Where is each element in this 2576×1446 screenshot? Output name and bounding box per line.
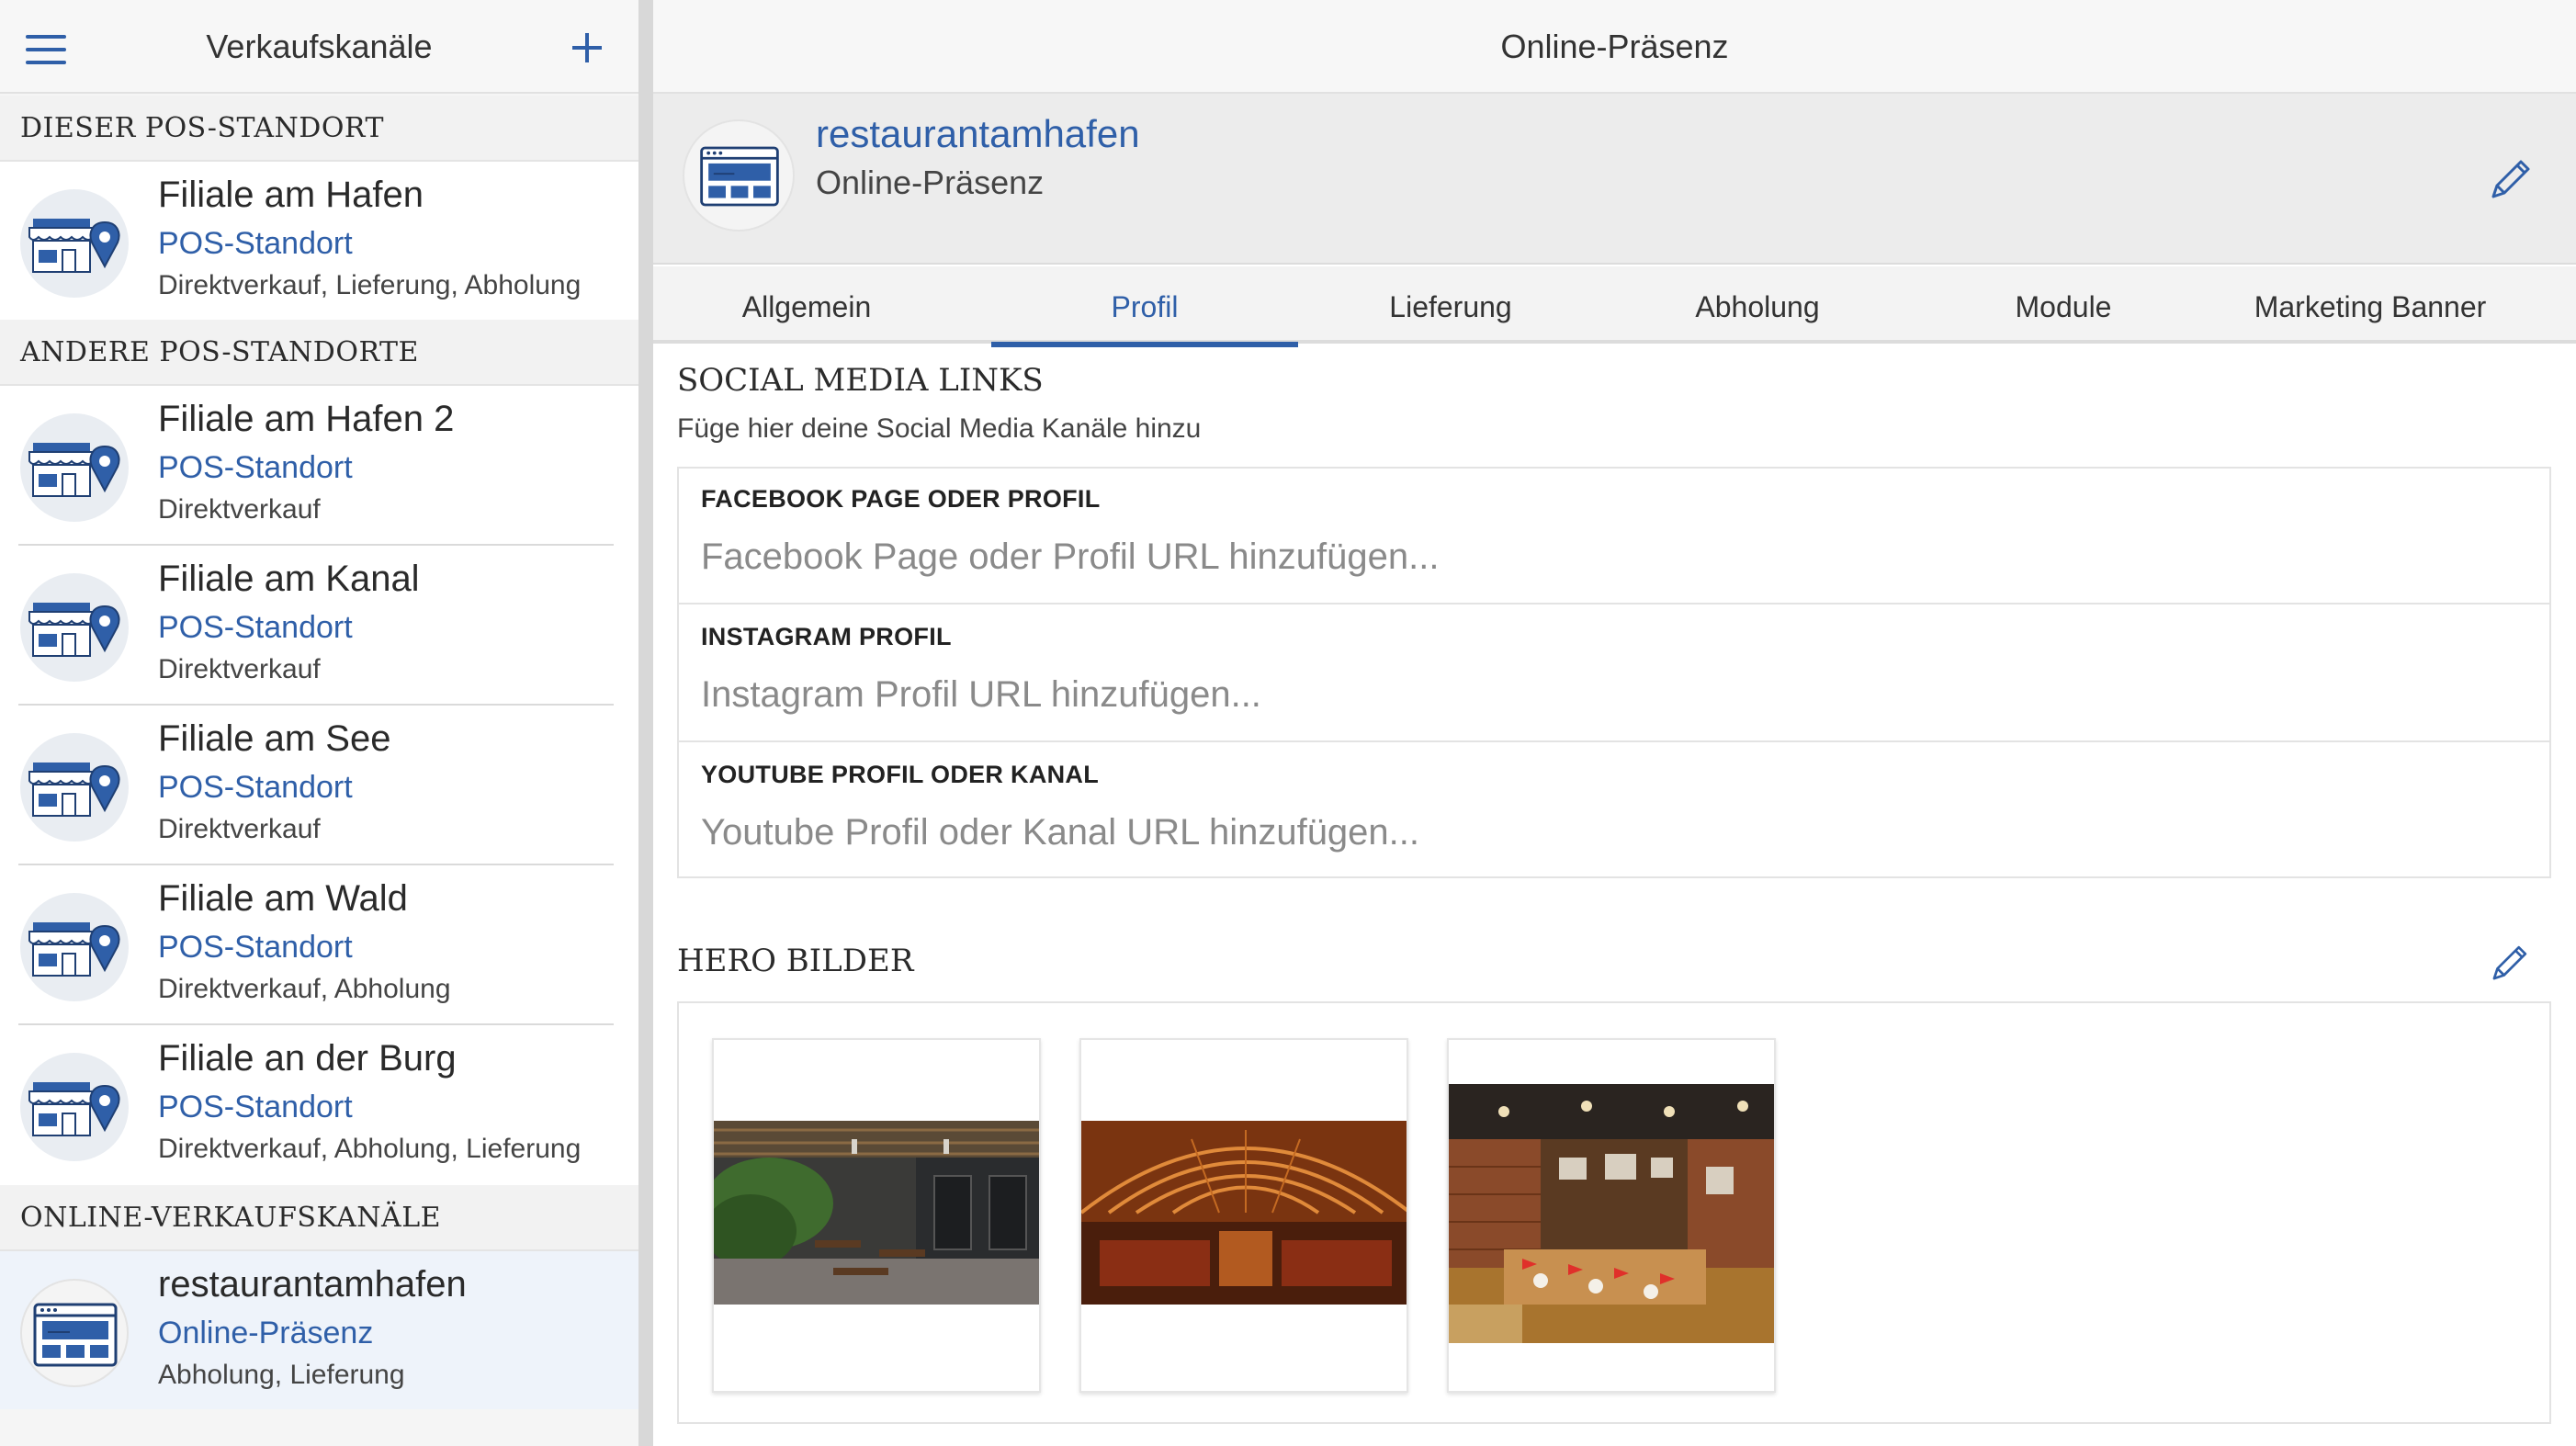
- edit-hero-button[interactable]: [2486, 941, 2532, 991]
- pencil-icon: [2491, 160, 2530, 198]
- detail-pane: Online-Präsenz restaurantamhafen Online-…: [653, 0, 2576, 1446]
- location-type: POS-Standort: [158, 1090, 353, 1124]
- facebook-url-input[interactable]: [701, 529, 2520, 584]
- profile-name: restaurantamhafen: [816, 112, 1140, 155]
- location-type: Online-Präsenz: [158, 1316, 374, 1350]
- store-location-icon: [20, 573, 129, 682]
- instagram-label: INSTAGRAM PROFIL: [701, 623, 952, 650]
- instagram-field: INSTAGRAM PROFIL: [679, 606, 2549, 742]
- social-section-subtitle: Füge hier deine Social Media Kanäle hinz…: [677, 413, 1202, 444]
- pane-splitter[interactable]: [638, 0, 653, 1446]
- hero-image: [1449, 1084, 1774, 1343]
- sales-channels-sidebar: Verkaufskanäle DIESER POS-STANDORT Filia…: [0, 0, 638, 1446]
- store-location-icon: [20, 733, 129, 842]
- location-type: POS-Standort: [158, 610, 353, 645]
- sidebar-header: Verkaufskanäle: [0, 0, 638, 94]
- edit-profile-button[interactable]: [2484, 154, 2536, 210]
- tab-module[interactable]: Module: [1910, 266, 2217, 344]
- pencil-icon: [2492, 945, 2527, 980]
- hero-image-card[interactable]: [1447, 1038, 1776, 1393]
- store-location-icon: [20, 189, 129, 298]
- sidebar-title: Verkaufskanäle: [206, 28, 433, 65]
- hero-images-gallery: [677, 1001, 2551, 1424]
- youtube-label: YOUTUBE PROFIL ODER KANAL: [701, 761, 1100, 788]
- sidebar-item-location[interactable]: Filiale an der Burg POS-Standort Direktv…: [0, 1025, 638, 1185]
- tab-lieferung[interactable]: Lieferung: [1297, 266, 1604, 344]
- location-services: Direktverkauf, Abholung, Lieferung: [158, 1134, 582, 1164]
- store-location-icon: [20, 1053, 129, 1161]
- sidebar-item-location[interactable]: Filiale am Hafen 2 POS-Standort Direktve…: [0, 386, 638, 546]
- location-name: Filiale am Hafen: [158, 175, 424, 215]
- sidebar-item-location[interactable]: Filiale am See POS-Standort Direktverkau…: [0, 706, 638, 865]
- store-location-icon: [20, 893, 129, 1001]
- store-location-icon: [20, 413, 129, 522]
- youtube-url-input[interactable]: [701, 805, 2520, 860]
- instagram-url-input[interactable]: [701, 667, 2520, 722]
- add-channel-button[interactable]: [572, 33, 602, 62]
- sidebar-item-online-presence[interactable]: restaurantamhafen Online-Präsenz Abholun…: [0, 1251, 638, 1409]
- tab-marketing-banner[interactable]: Marketing Banner: [2217, 266, 2524, 344]
- location-services: Direktverkauf: [158, 814, 321, 844]
- profile-type: Online-Präsenz: [816, 164, 1045, 201]
- location-type: POS-Standort: [158, 450, 353, 485]
- hero-image-card[interactable]: [712, 1038, 1041, 1393]
- social-section-title: SOCIAL MEDIA LINKS: [677, 362, 1044, 399]
- location-type: POS-Standort: [158, 226, 353, 261]
- website-icon: [683, 119, 795, 232]
- tab-profil[interactable]: Profil: [991, 266, 1298, 347]
- sidebar-item-current-location[interactable]: Filiale am Hafen POS-Standort Direktverk…: [0, 162, 638, 320]
- location-services: Abholung, Lieferung: [158, 1360, 405, 1390]
- hero-image: [714, 1121, 1039, 1305]
- section-other-pos: ANDERE POS-STANDORTE: [0, 320, 638, 386]
- social-links-form: FACEBOOK PAGE ODER PROFIL INSTAGRAM PROF…: [677, 467, 2551, 878]
- website-icon: [20, 1279, 129, 1387]
- hero-section-title: HERO BILDER: [677, 943, 914, 979]
- profile-banner: restaurantamhafen Online-Präsenz: [653, 94, 2576, 265]
- location-name: Filiale am Wald: [158, 878, 408, 919]
- location-type: POS-Standort: [158, 770, 353, 805]
- location-services: Direktverkauf: [158, 494, 321, 525]
- tab-allgemein[interactable]: Allgemein: [653, 266, 960, 344]
- location-type: POS-Standort: [158, 930, 353, 965]
- sidebar-item-location[interactable]: Filiale am Kanal POS-Standort Direktverk…: [0, 546, 638, 706]
- tab-abholung[interactable]: Abholung: [1604, 266, 1911, 344]
- location-name: Filiale am Hafen 2: [158, 399, 455, 439]
- location-services: Direktverkauf, Lieferung, Abholung: [158, 270, 582, 300]
- location-name: Filiale an der Burg: [158, 1038, 457, 1079]
- hero-image: [1081, 1121, 1407, 1305]
- section-this-pos: DIESER POS-STANDORT: [0, 96, 638, 162]
- sidebar-item-location[interactable]: Filiale am Wald POS-Standort Direktverka…: [0, 865, 638, 1025]
- location-name: Filiale am See: [158, 718, 391, 759]
- location-name: restaurantamhafen: [158, 1264, 467, 1305]
- location-services: Direktverkauf, Abholung: [158, 974, 451, 1004]
- location-name: Filiale am Kanal: [158, 559, 420, 599]
- facebook-field: FACEBOOK PAGE ODER PROFIL: [679, 469, 2549, 604]
- location-services: Direktverkauf: [158, 654, 321, 684]
- tab-bar: Allgemein Profil Lieferung Abholung Modu…: [653, 266, 2576, 347]
- page-title: Online-Präsenz: [1500, 28, 1729, 65]
- youtube-field: YOUTUBE PROFIL ODER KANAL: [679, 744, 2549, 880]
- hero-image-card[interactable]: [1079, 1038, 1408, 1393]
- section-online: ONLINE-VERKAUFSKANÄLE: [0, 1185, 638, 1251]
- detail-header: Online-Präsenz: [653, 0, 2576, 94]
- facebook-label: FACEBOOK PAGE ODER PROFIL: [701, 485, 1101, 513]
